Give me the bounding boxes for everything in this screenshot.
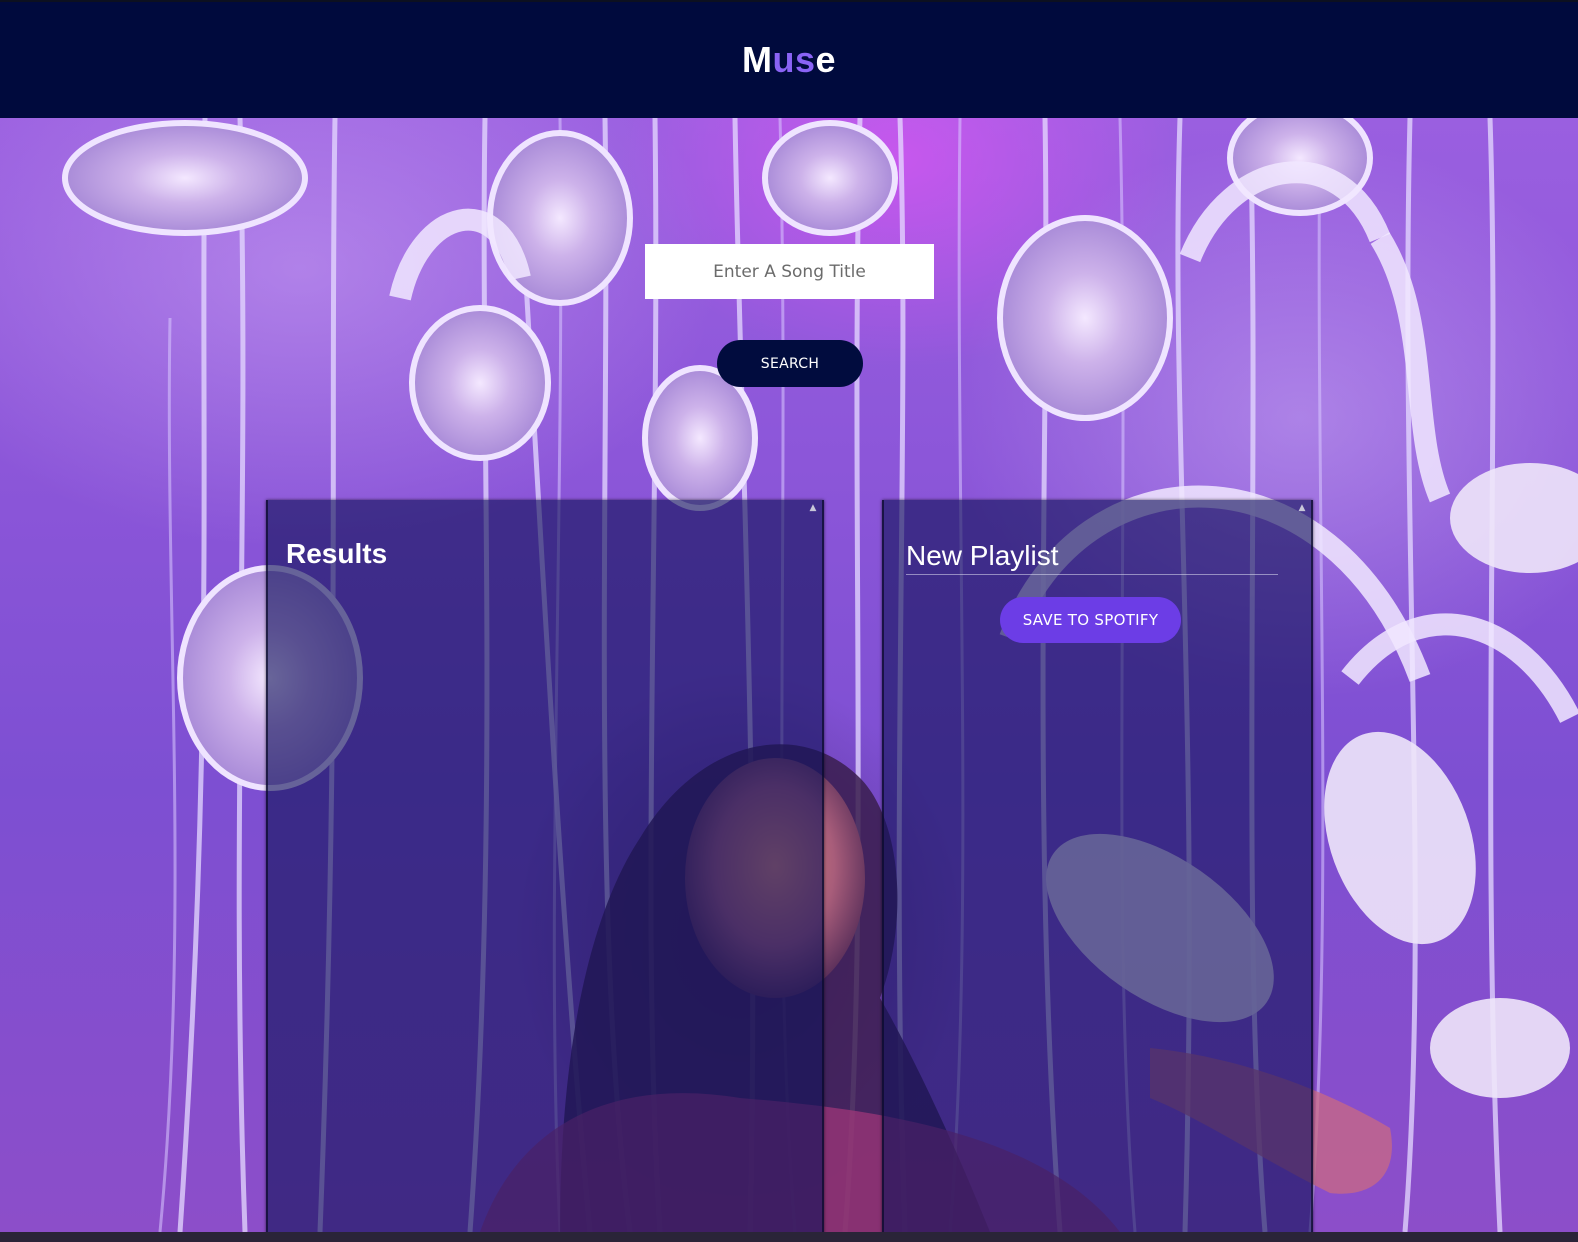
save-to-spotify-button[interactable]: SAVE TO SPOTIFY	[1000, 597, 1181, 643]
app-logo: Muse	[742, 39, 836, 81]
logo-part-m: M	[741, 39, 773, 80]
scroll-up-arrow-icon[interactable]: ▲	[807, 502, 819, 514]
playlist-panel[interactable]: ▲ SAVE TO SPOTIFY	[882, 500, 1313, 1235]
playlist-name-input[interactable]	[906, 540, 1278, 575]
logo-part-e: e	[815, 39, 837, 80]
logo-part-us: us	[772, 39, 816, 80]
results-panel[interactable]: ▲ Results	[266, 500, 824, 1235]
app-header: Muse	[0, 0, 1578, 118]
results-title: Results	[286, 538, 388, 569]
bottom-edge	[0, 1232, 1578, 1242]
scroll-up-arrow-icon[interactable]: ▲	[1296, 502, 1308, 514]
search-button[interactable]: SEARCH	[717, 340, 863, 387]
song-search-input[interactable]	[645, 244, 934, 299]
